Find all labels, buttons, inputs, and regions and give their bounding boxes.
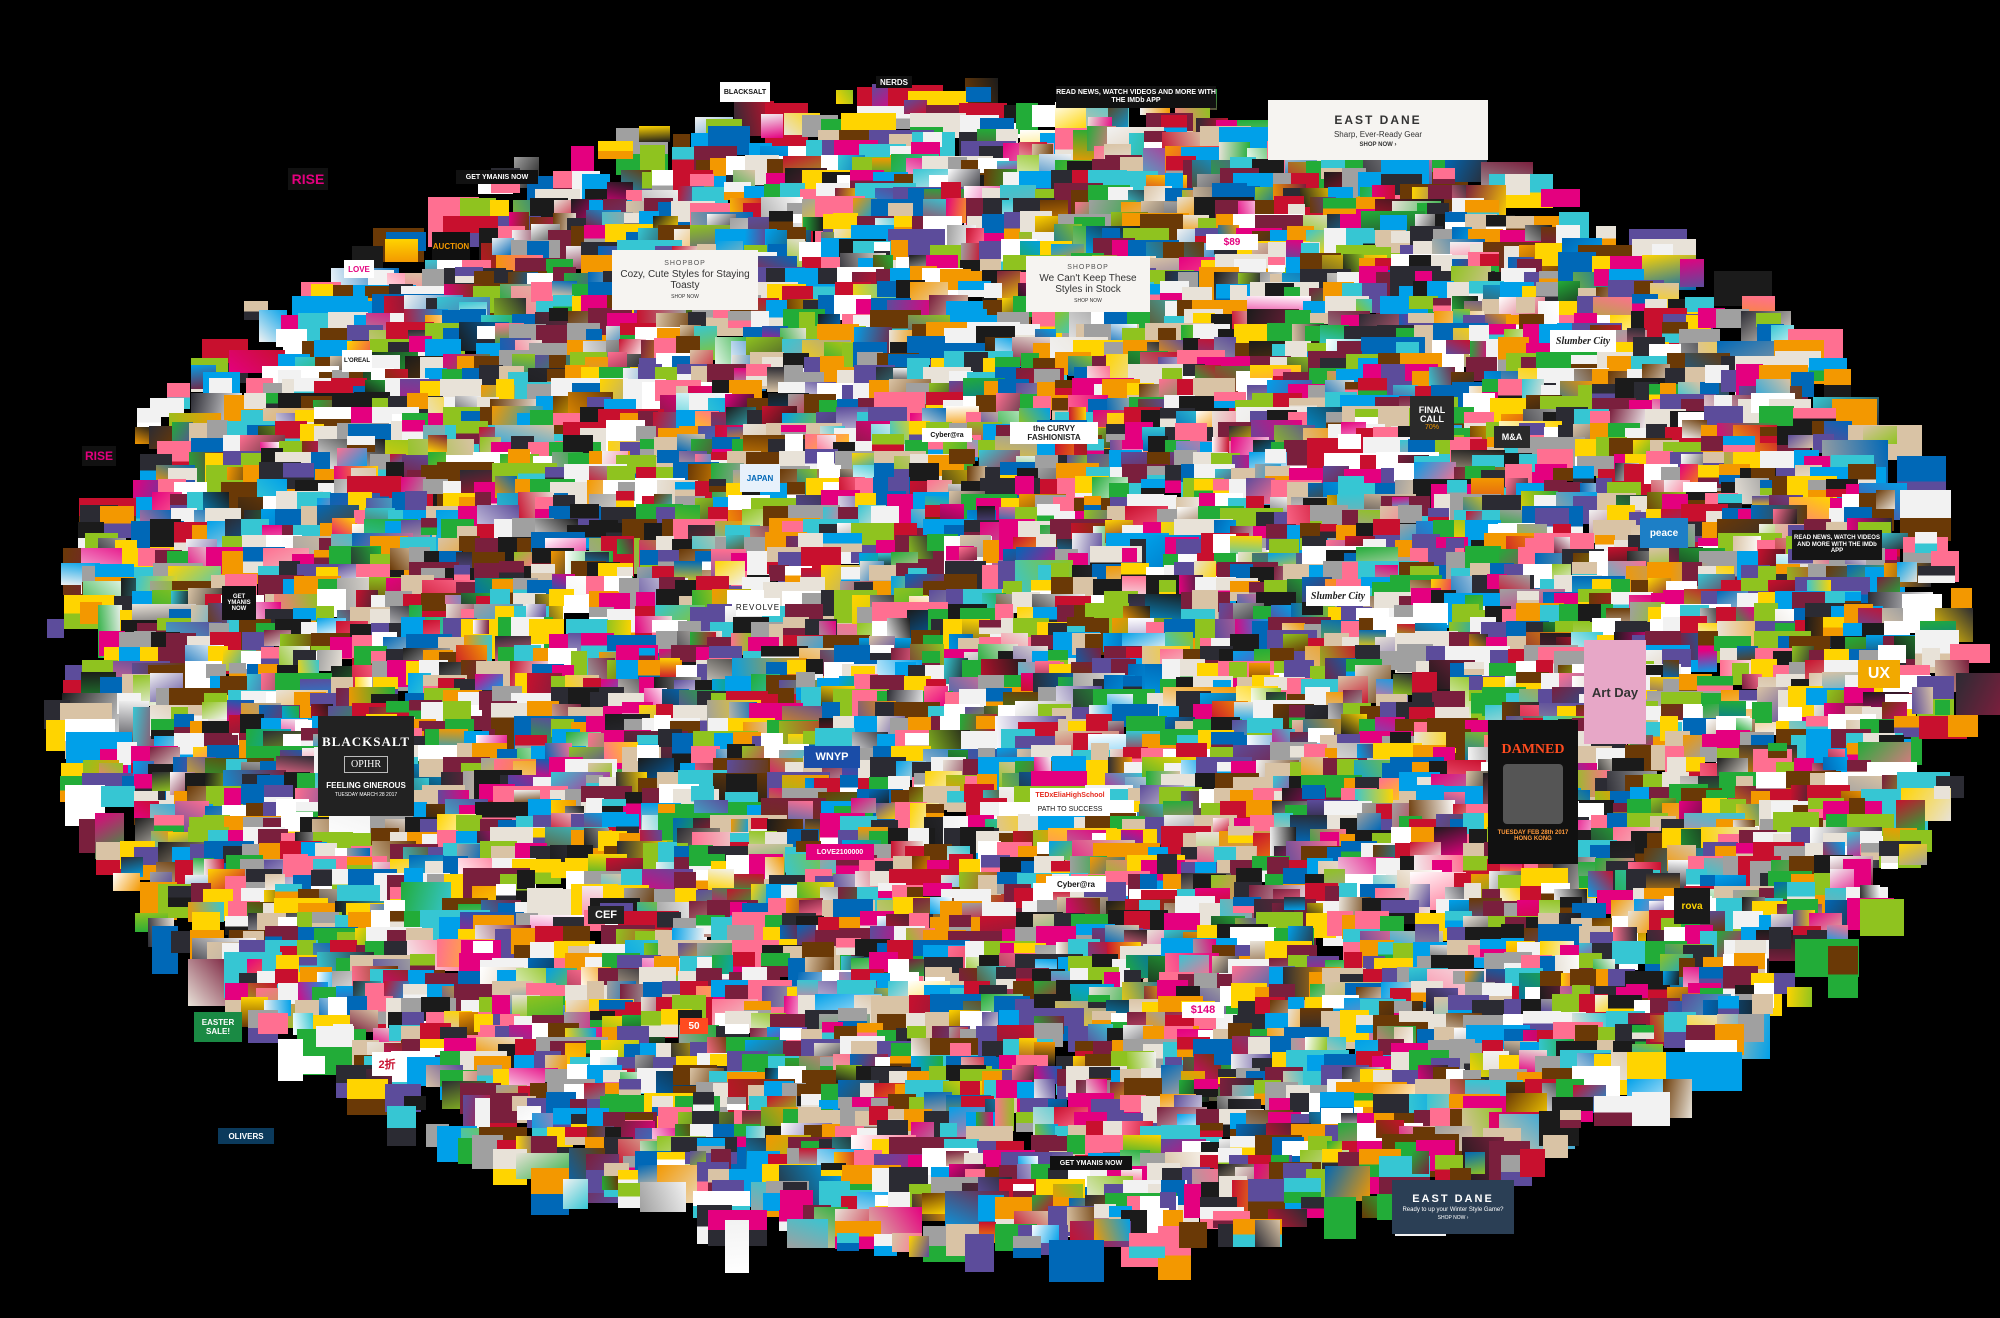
thumbnail-tile <box>1899 844 1927 865</box>
thumbnail-tile <box>966 87 991 102</box>
thumbnail-tile <box>708 869 734 890</box>
thumbnail-tile <box>728 311 753 328</box>
thumbnail-tile <box>1769 927 1791 949</box>
thumbnail-tile <box>1823 757 1848 770</box>
thumbnail-tile <box>616 491 634 508</box>
thumbnail-tile <box>1268 257 1285 272</box>
thumbnail-tile <box>851 798 876 813</box>
thumbnail-tile <box>473 620 489 634</box>
thumbnail-tile <box>1357 813 1381 830</box>
thumbnail-tile <box>983 540 999 563</box>
thumbnail-tile <box>1516 297 1535 313</box>
thumbnail-tile <box>949 449 975 464</box>
thumbnail-tile <box>803 217 823 231</box>
thumbnail-tile <box>385 239 418 262</box>
thumbnail-tile <box>1773 509 1797 525</box>
thumbnail-tile <box>1788 435 1813 448</box>
thumbnail-tile <box>1828 946 1858 998</box>
thumbnail-tile <box>959 547 977 560</box>
thumbnail-tile <box>1752 702 1772 723</box>
thumbnail-tile <box>1284 897 1305 910</box>
thumbnail-tile <box>526 604 546 617</box>
thumbnail-tile <box>1157 854 1177 874</box>
thumbnail-tile <box>1122 548 1137 562</box>
mosaic-canvas: EAST DANE Sharp, Ever-Ready Gear SHOP NO… <box>0 0 2000 1318</box>
thumbnail-tile <box>984 283 1002 298</box>
thumbnail-tile <box>1302 785 1325 799</box>
thumbnail-tile <box>1464 662 1484 675</box>
thumbnail-tile <box>1915 532 1937 553</box>
thumbnail-tile <box>675 482 695 496</box>
thumbnail-tile <box>1948 715 1978 737</box>
thumbnail-tile <box>1541 189 1580 207</box>
thumbnail-tile <box>333 1024 353 1046</box>
thumbnail-tile <box>422 604 449 617</box>
thumbnail-tile <box>836 90 853 104</box>
thumbnail-tile <box>1752 994 1773 1014</box>
thumbnail-tile <box>1881 856 1898 869</box>
thumbnail-tile <box>745 229 765 245</box>
thumbnail-tile <box>1433 298 1451 312</box>
thumbnail-tile <box>402 420 425 441</box>
thumbnail-tile <box>1446 340 1470 354</box>
thumbnail-tile <box>1141 479 1165 495</box>
thumbnail-tile <box>761 114 783 138</box>
thumbnail-tile <box>1663 971 1679 985</box>
thumbnail-tile <box>778 688 794 703</box>
thumbnail-tile <box>1897 562 1917 582</box>
thumbnail-tile <box>1934 786 1950 799</box>
thumbnail-tile <box>904 100 927 114</box>
thumbnail-tile <box>1787 987 1812 1007</box>
thumbnail-tile <box>1680 259 1704 287</box>
thumbnail-tile <box>709 479 726 492</box>
thumbnail-tile <box>1228 826 1254 843</box>
thumbnail-tile <box>871 506 899 523</box>
thumbnail-tile <box>639 126 670 142</box>
thumbnail-tile <box>598 141 633 159</box>
thumbnail-tile <box>1876 490 1895 509</box>
thumbnail-tile <box>113 873 140 891</box>
thumbnail-tile <box>1338 434 1361 449</box>
thumbnail-tile <box>1663 660 1679 678</box>
thumbnail-tile <box>258 1013 288 1034</box>
thumbnail-tile <box>1505 174 1530 195</box>
thumbnail-tile <box>1823 617 1844 636</box>
thumbnail-tile <box>1265 449 1286 463</box>
thumbnail-tile <box>1632 1025 1654 1039</box>
thumbnail-tile <box>1824 369 1851 398</box>
thumbnail-tile <box>1860 899 1904 936</box>
thumbnail-tile <box>549 308 568 321</box>
thumbnail-tile <box>617 539 633 554</box>
thumbnail-tile <box>1849 798 1865 814</box>
thumbnail-tile <box>1956 673 2000 715</box>
thumbnail-tile <box>1935 700 1950 715</box>
thumbnail-tile <box>517 870 535 889</box>
thumbnail-tile <box>1698 651 1717 672</box>
thumbnail-tile <box>1918 566 1955 583</box>
thumbnail-tile <box>421 518 437 535</box>
thumbnail-tile <box>564 595 589 613</box>
thumbnail-tile <box>202 702 227 719</box>
thumbnail-tile <box>1896 800 1925 831</box>
thumbnail-tile <box>101 786 135 807</box>
thumbnail-tile <box>428 435 447 452</box>
thumbnail-tile <box>47 619 64 638</box>
thumbnail-tile <box>1723 436 1755 452</box>
thumbnail-tile <box>1768 743 1787 758</box>
thumbnail-tile <box>1912 687 1933 714</box>
